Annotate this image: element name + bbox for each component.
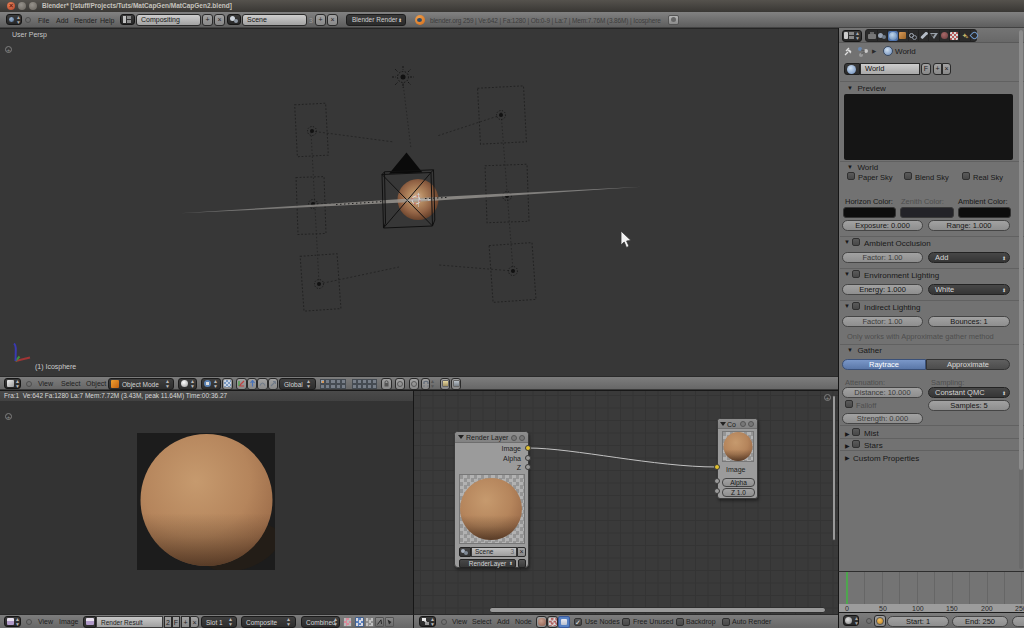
svg-text:50: 50 [879,605,887,612]
svg-text:150: 150 [946,605,958,612]
svg-text:100: 100 [912,605,924,612]
svg-text:250: 250 [1015,605,1024,612]
svg-text:0: 0 [845,605,849,612]
svg-text:200: 200 [981,605,993,612]
